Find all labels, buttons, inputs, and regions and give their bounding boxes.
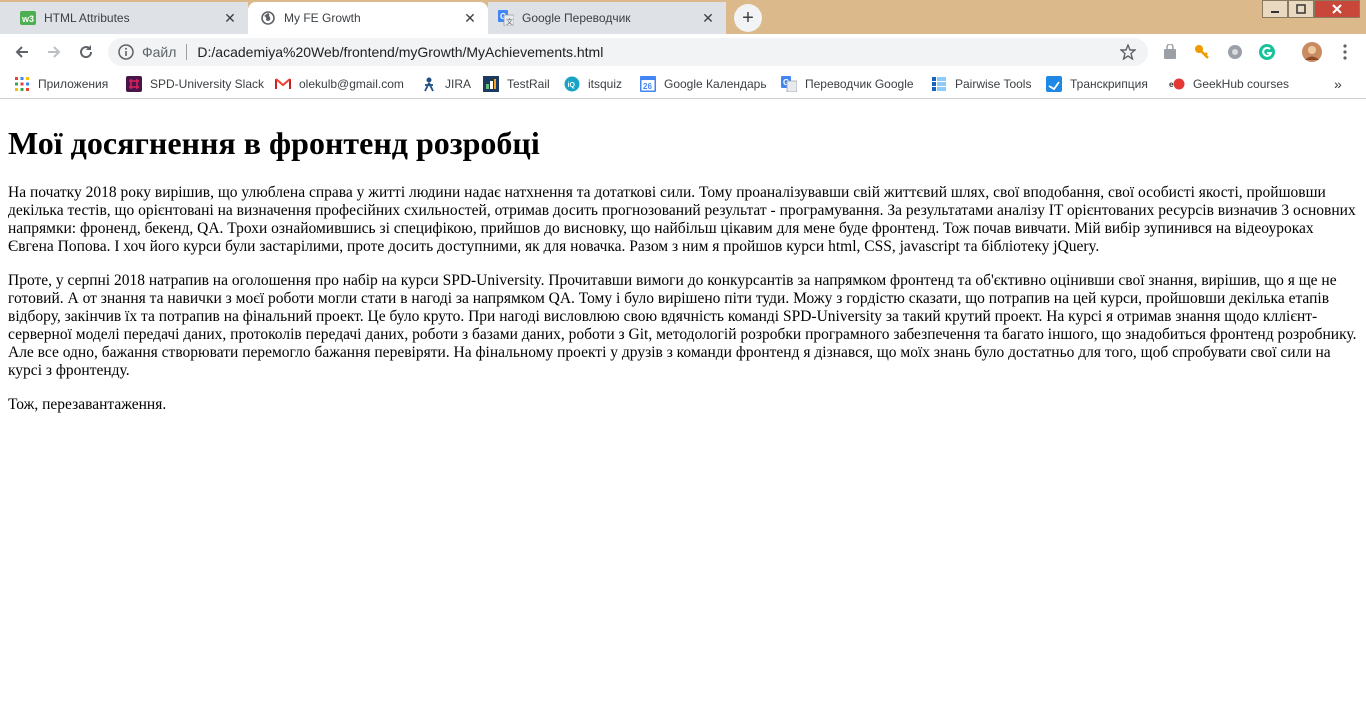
geekhub-icon: e	[1169, 76, 1185, 92]
bookmark-label: Транскрипция	[1070, 77, 1148, 91]
back-arrow-icon	[15, 46, 28, 58]
bookmark-gmail[interactable]: olekulb@gmail.com	[275, 76, 404, 92]
close-icon[interactable]: ✕	[700, 10, 716, 26]
slack-icon	[126, 76, 142, 92]
bookmark-itsquiz[interactable]: iQ itsquiz	[564, 76, 622, 92]
minimize-button[interactable]	[1262, 0, 1288, 18]
pairwise-icon	[931, 76, 947, 92]
bookmark-label: olekulb@gmail.com	[299, 77, 404, 91]
bookmark-apps[interactable]: Приложения	[14, 76, 108, 92]
bookmark-label: JIRA	[445, 77, 472, 91]
maximize-button[interactable]	[1288, 0, 1314, 18]
bookmark-jira[interactable]: JIRA	[421, 76, 471, 92]
jira-icon	[421, 76, 437, 92]
window-close-button[interactable]	[1314, 0, 1360, 18]
bookmark-star-icon[interactable]	[1116, 40, 1140, 64]
forward-button[interactable]	[40, 38, 68, 66]
tab-my-fe-growth[interactable]: My FE Growth ✕	[248, 2, 488, 34]
info-icon[interactable]	[118, 44, 134, 60]
bookmark-label: itsquiz	[588, 77, 623, 91]
tab-title: Google Переводчик	[522, 11, 631, 25]
forward-arrow-icon	[48, 46, 61, 58]
paragraph-intro: На початку 2018 року вирішив, що улюблен…	[8, 184, 1356, 255]
google-translate-icon: G文	[498, 10, 514, 26]
circle-extension-icon[interactable]	[1226, 43, 1244, 61]
bag-extension-icon[interactable]	[1161, 43, 1179, 61]
bookmark-label: Приложения	[38, 77, 109, 91]
testrail-icon	[483, 76, 499, 92]
bookmarks-bar: Приложения SPD-University Slack olekulb@…	[0, 70, 1366, 99]
back-button[interactable]	[8, 38, 36, 66]
bookmark-pairwise-tools[interactable]: Pairwise Tools	[931, 76, 1031, 92]
w3schools-icon: w3	[20, 10, 36, 26]
omnibox-separator	[186, 44, 188, 60]
maximize-icon	[1296, 4, 1306, 14]
bookmark-label: Переводчик Google	[805, 77, 914, 91]
apps-grid-icon	[14, 76, 30, 92]
bookmark-google-calendar[interactable]: 26 Google Календарь	[640, 76, 767, 92]
bookmark-google-translate[interactable]: G Переводчик Google	[781, 76, 914, 92]
calendar-icon: 26	[640, 76, 656, 92]
scheme-label: Файл	[142, 44, 177, 60]
svg-text:文: 文	[506, 17, 513, 26]
bookmark-label: Pairwise Tools	[955, 77, 1032, 91]
page-content: Мої досягнення в фронтенд розробці На по…	[0, 99, 1366, 728]
paragraph-spd-university: Проте, у серпні 2018 натрапив на оголоше…	[8, 272, 1357, 379]
globe-icon	[260, 10, 276, 26]
bookmark-slack[interactable]: SPD-University Slack	[126, 76, 264, 92]
itsquiz-icon: iQ	[564, 76, 580, 92]
key-extension-icon[interactable]	[1193, 43, 1211, 61]
url-text[interactable]: D:/academiya%20Web/frontend/myGrowth/MyA…	[197, 44, 1116, 60]
gmail-icon	[275, 76, 291, 92]
svg-text:26: 26	[643, 82, 652, 91]
bookmark-geekhub[interactable]: e GeekHub courses	[1169, 76, 1289, 92]
close-icon[interactable]: ✕	[462, 10, 478, 26]
google-translate-icon: G	[781, 76, 797, 92]
bookmark-label: GeekHub courses	[1193, 77, 1290, 91]
grammarly-icon[interactable]	[1258, 43, 1276, 61]
tab-html-attributes[interactable]: w3 HTML Attributes ✕	[0, 2, 248, 34]
reload-icon	[80, 45, 93, 59]
browser-toolbar: Файл D:/academiya%20Web/frontend/myGrowt…	[0, 34, 1366, 70]
tab-strip: w3 HTML Attributes ✕ My FE Growth ✕ G文 G…	[0, 0, 1366, 34]
close-icon[interactable]: ✕	[222, 10, 238, 26]
transcription-icon	[1046, 76, 1062, 92]
svg-text:e: e	[1169, 80, 1174, 89]
address-bar[interactable]: Файл D:/academiya%20Web/frontend/myGrowt…	[108, 38, 1148, 66]
bookmark-label: Google Календарь	[664, 77, 767, 91]
tab-title: My FE Growth	[284, 11, 361, 25]
profile-avatar[interactable]	[1302, 42, 1322, 62]
new-tab-button[interactable]: +	[734, 4, 762, 32]
svg-text:iQ: iQ	[568, 82, 576, 89]
tab-google-translate[interactable]: G文 Google Переводчик ✕	[488, 2, 726, 34]
bookmark-transcription[interactable]: Транскрипция	[1046, 76, 1148, 92]
menu-icon[interactable]	[1336, 43, 1354, 61]
tab-title: HTML Attributes	[44, 11, 130, 25]
bookmark-testrail[interactable]: TestRail	[483, 76, 550, 92]
close-icon	[1332, 4, 1342, 14]
paragraph-reboot: Тож, перезавантаження.	[8, 396, 167, 413]
page-heading: Мої досягнення в фронтенд розробці	[8, 125, 540, 161]
svg-text:w3: w3	[21, 14, 34, 24]
bookmark-label: SPD-University Slack	[150, 77, 265, 91]
bookmark-label: TestRail	[507, 77, 550, 91]
bookmarks-overflow-icon[interactable]: »	[1334, 76, 1342, 92]
reload-button[interactable]	[72, 38, 100, 66]
minimize-icon	[1271, 11, 1279, 13]
